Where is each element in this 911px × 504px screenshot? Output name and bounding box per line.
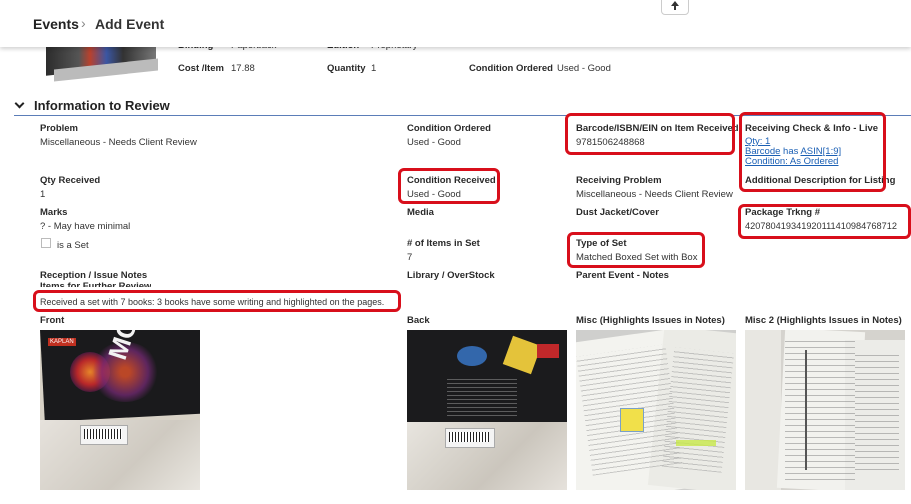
misc-photo-label: Misc (Highlights Issues in Notes) [576,315,725,326]
front-photo-label: Front [40,315,65,326]
front-photo[interactable]: MCAT KAPLAN [40,330,200,490]
qty-received-label: Qty Received [40,175,101,186]
is-set-checkbox[interactable] [41,238,51,248]
condition-ordered-label: Condition Ordered [407,123,491,134]
cost-item-value: 17.88 [231,63,255,74]
page-title: Add Event [95,16,165,32]
misc2-photo[interactable] [745,330,905,490]
quantity-value: 1 [371,63,377,74]
marks-label: Marks [40,207,68,218]
back-photo[interactable] [407,330,567,490]
misc2-photo-label: Misc 2 (Highlights Issues in Notes) [745,315,902,326]
chevron-down-icon [14,98,25,109]
section-title: Information to Review [34,98,170,113]
marks-value: ? - May have minimal [40,221,131,232]
items-in-set-label: # of Items in Set [407,238,480,249]
highlight-type-of-set [567,232,705,268]
highlight-barcode [565,113,735,155]
highlight-package-tracking [738,204,911,239]
receiving-problem-label: Receiving Problem [576,175,662,186]
top-condition-ordered-value: Used - Good [557,63,611,74]
condition-ordered-value: Used - Good [407,137,461,148]
breadcrumb-separator: › [81,15,86,31]
dust-jacket-label: Dust Jacket/Cover [576,207,659,218]
library-overstock-label: Library / OverStock [407,270,495,281]
qty-received-value: 1 [40,189,46,200]
highlight-condition-received [398,168,500,204]
front-cover-brand: KAPLAN [48,338,76,346]
cost-item-label: Cost /Item [178,63,224,74]
reception-notes-label: Reception / Issue Notes [40,270,148,281]
highlight-reception-notes [33,290,401,312]
highlight-receiving-check [739,112,886,192]
section-toggle[interactable]: Information to Review [14,98,214,114]
scroll-up-button[interactable] [661,0,689,15]
header-bar: Events › Add Event [0,0,911,47]
receiving-problem-value: Miscellaneous - Needs Client Review [576,189,733,200]
misc-photo[interactable] [576,330,736,490]
is-set-label: is a Set [57,240,89,251]
items-in-set-value: 7 [407,252,413,263]
parent-event-notes-label: Parent Event - Notes [576,270,669,281]
items-further-review-label: Items for Further Review [40,281,152,287]
quantity-label: Quantity [327,63,366,74]
problem-value: Miscellaneous - Needs Client Review [40,137,197,148]
problem-label: Problem [40,123,79,134]
top-condition-ordered-label: Condition Ordered [469,63,553,74]
back-photo-label: Back [407,315,430,326]
media-label: Media [407,207,434,218]
breadcrumb-events[interactable]: Events [33,16,79,32]
